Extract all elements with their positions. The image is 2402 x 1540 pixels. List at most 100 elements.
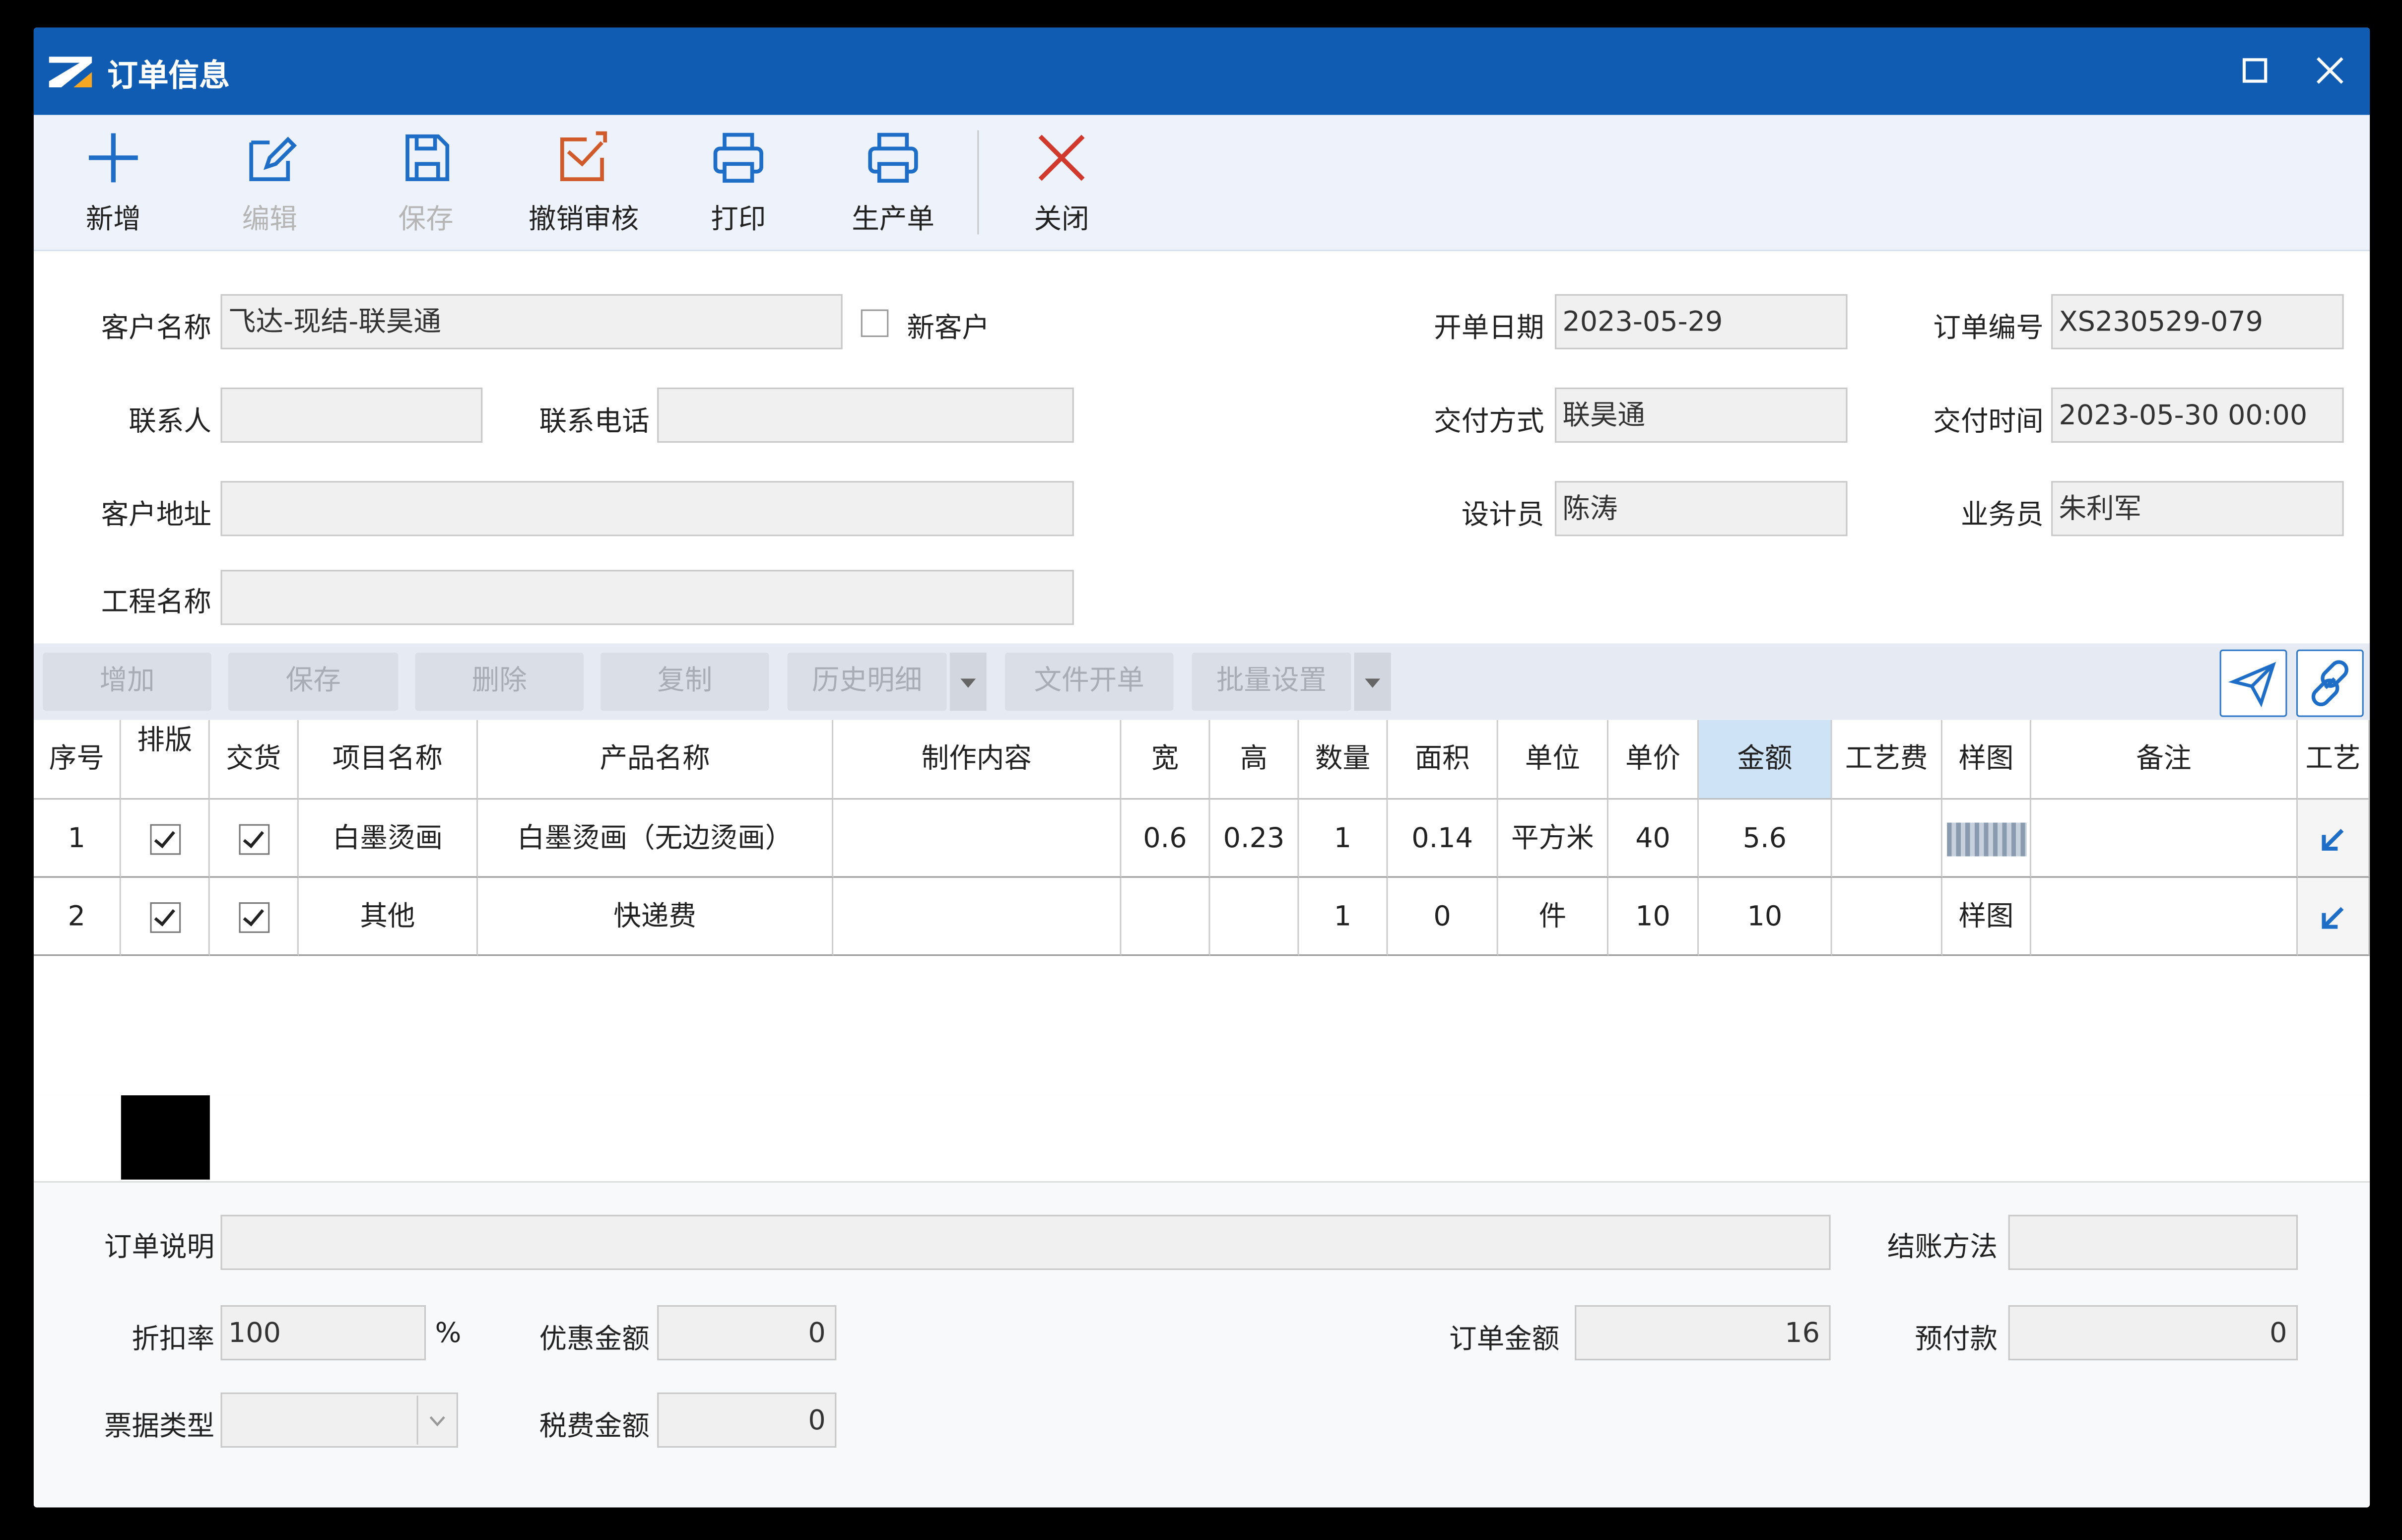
cell-remark[interactable]	[2031, 800, 2298, 878]
sample-thumbnail[interactable]	[1946, 822, 2026, 857]
discount-field[interactable]: 100	[220, 1305, 426, 1360]
cell-layout[interactable]	[121, 800, 210, 878]
col-header-index[interactable]: 序号	[33, 720, 121, 800]
delivery-field[interactable]: 联昊通	[1555, 387, 1848, 443]
edit-button[interactable]: 编辑	[227, 127, 313, 244]
cell-unit[interactable]: 件	[1498, 877, 1609, 956]
delivery-time-field[interactable]: 2023-05-30 00:00	[2051, 387, 2344, 443]
prepay-label: 预付款	[1915, 1323, 1998, 1356]
cell-delivery[interactable]	[209, 877, 299, 956]
close-icon[interactable]	[2312, 52, 2348, 89]
cell-price[interactable]: 40	[1608, 800, 1699, 878]
history-dropdown-icon[interactable]	[949, 652, 987, 711]
col-header-remark[interactable]: 备注	[2031, 720, 2298, 800]
close-button[interactable]: 关闭	[1019, 127, 1105, 244]
col-header-delivery[interactable]: 交货	[209, 720, 299, 800]
cell-unit[interactable]: 平方米	[1498, 800, 1609, 878]
col-header-price[interactable]: 单价	[1608, 720, 1699, 800]
arrow-down-left-icon[interactable]	[2318, 824, 2348, 855]
cell-item-name[interactable]: 白墨烫画	[298, 800, 478, 878]
cell-item-name[interactable]: 其他	[298, 877, 478, 956]
delivery-checkbox[interactable]	[238, 824, 269, 855]
col-header-quantity[interactable]: 数量	[1299, 720, 1388, 800]
cell-area[interactable]: 0.14	[1388, 800, 1498, 878]
send-button[interactable]	[2219, 649, 2287, 717]
cell-content[interactable]	[833, 877, 1122, 956]
col-header-layout[interactable]: 排版	[121, 720, 210, 800]
cell-quantity[interactable]: 1	[1299, 800, 1388, 878]
cell-index[interactable]: 1	[33, 800, 121, 878]
col-header-craft-fee[interactable]: 工艺费	[1832, 720, 1942, 800]
delivery-checkbox[interactable]	[238, 902, 269, 933]
col-header-content[interactable]: 制作内容	[833, 720, 1122, 800]
cell-height[interactable]: 0.23	[1210, 800, 1299, 878]
col-header-amount[interactable]: 金额	[1699, 720, 1832, 800]
designer-field[interactable]: 陈涛	[1555, 481, 1848, 536]
batch-dropdown-icon[interactable]	[1354, 652, 1391, 711]
file-order-button[interactable]: 文件开单	[1004, 652, 1174, 711]
save-rows-button[interactable]: 保存	[228, 652, 399, 711]
save-button[interactable]: 保存	[383, 127, 469, 244]
address-field[interactable]	[220, 481, 1074, 536]
cell-craft[interactable]	[2298, 800, 2370, 878]
copy-row-button[interactable]: 复制	[600, 652, 769, 711]
customer-field[interactable]: 飞达-现结-联昊通	[220, 294, 843, 349]
cell-product-name[interactable]: 快递费	[478, 877, 834, 956]
cell-sample[interactable]	[1942, 800, 2031, 878]
delete-row-button[interactable]: 删除	[415, 652, 584, 711]
cell-width[interactable]	[1121, 877, 1210, 956]
history-detail-button[interactable]: 历史明细	[787, 652, 947, 711]
chevron-down-icon[interactable]	[416, 1393, 458, 1448]
batch-settings-button[interactable]: 批量设置	[1192, 652, 1351, 711]
cell-product-name[interactable]: 白墨烫画（无边烫画）	[478, 800, 834, 878]
arrow-down-left-icon[interactable]	[2318, 902, 2348, 933]
cell-remark[interactable]	[2031, 877, 2298, 956]
order-no-field[interactable]: XS230529-079	[2051, 294, 2344, 349]
col-header-sample[interactable]: 样图	[1942, 720, 2031, 800]
col-header-craft[interactable]: 工艺	[2298, 720, 2370, 800]
col-header-area[interactable]: 面积	[1388, 720, 1498, 800]
col-header-width[interactable]: 宽	[1121, 720, 1210, 800]
cell-height[interactable]	[1210, 877, 1299, 956]
cell-area[interactable]: 0	[1388, 877, 1498, 956]
revoke-audit-button[interactable]: 撤销审核	[518, 127, 649, 244]
print-button[interactable]: 打印	[695, 127, 781, 244]
cell-amount[interactable]: 10	[1699, 877, 1832, 956]
date-field[interactable]: 2023-05-29	[1555, 294, 1848, 349]
cell-amount[interactable]: 5.6	[1699, 800, 1832, 878]
cell-craft-fee[interactable]	[1832, 800, 1942, 878]
production-order-button[interactable]: 生产单	[843, 127, 944, 244]
remark-field[interactable]	[220, 1214, 1831, 1270]
prepay-field[interactable]: 0	[2008, 1305, 2298, 1360]
attachment-button[interactable]	[2296, 649, 2364, 717]
settle-field[interactable]	[2008, 1214, 2298, 1270]
promo-field[interactable]: 0	[657, 1305, 837, 1360]
cell-sample[interactable]: 样图	[1942, 877, 2031, 956]
col-header-unit[interactable]: 单位	[1498, 720, 1609, 800]
cell-width[interactable]: 0.6	[1121, 800, 1210, 878]
col-header-product-name[interactable]: 产品名称	[478, 720, 834, 800]
cell-index[interactable]: 2	[33, 877, 121, 956]
contact-field[interactable]	[220, 387, 483, 443]
maximize-icon[interactable]	[2237, 52, 2273, 89]
cell-craft-fee[interactable]	[1832, 877, 1942, 956]
link-icon	[2311, 660, 2348, 707]
col-header-height[interactable]: 高	[1210, 720, 1299, 800]
project-field[interactable]	[220, 570, 1074, 625]
col-header-item-name[interactable]: 项目名称	[298, 720, 478, 800]
phone-field[interactable]	[657, 387, 1074, 443]
cell-price[interactable]: 10	[1608, 877, 1699, 956]
cell-quantity[interactable]: 1	[1299, 877, 1388, 956]
order-amount-field[interactable]: 16	[1575, 1305, 1831, 1360]
cell-content[interactable]	[833, 800, 1122, 878]
layout-checkbox[interactable]	[149, 824, 180, 855]
layout-checkbox[interactable]	[149, 902, 180, 933]
add-row-button[interactable]: 增加	[43, 652, 211, 711]
cell-delivery[interactable]	[209, 800, 299, 878]
tax-field[interactable]: 0	[657, 1392, 837, 1448]
cell-craft[interactable]	[2298, 877, 2370, 956]
cell-layout[interactable]	[121, 877, 210, 956]
sales-field[interactable]: 朱利军	[2051, 481, 2344, 536]
new-customer-checkbox[interactable]	[861, 309, 889, 337]
new-button[interactable]: 新增	[70, 127, 156, 244]
